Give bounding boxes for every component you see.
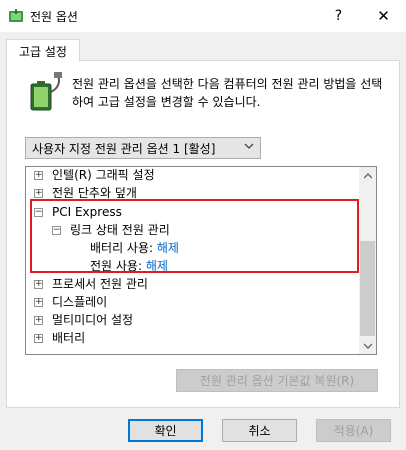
tree-item-label: 인텔(R) 그래픽 설정 xyxy=(52,168,155,182)
ok-label: 확인 xyxy=(154,424,177,438)
expand-icon[interactable]: + xyxy=(34,171,43,180)
tree-item-label: 디스플레이 xyxy=(52,295,108,309)
apply-button[interactable]: 적용(A) xyxy=(316,419,391,442)
cancel-button[interactable]: 취소 xyxy=(222,419,297,442)
tree-item-label: 멀티미디어 설정 xyxy=(52,313,134,327)
expand-icon[interactable]: + xyxy=(34,280,43,289)
apply-label: 적용(A) xyxy=(333,424,374,438)
plan-select-value: 사용자 지정 전원 관리 옵션 1 [활성] xyxy=(32,141,216,156)
restore-defaults-label: 전원 관리 옵션 기본값 복원(R) xyxy=(199,374,355,388)
description-text: 전원 관리 옵션을 선택한 다음 컴퓨터의 전원 관리 방법을 선택하여 고급 … xyxy=(72,77,383,109)
expand-icon[interactable]: + xyxy=(34,298,43,307)
tree-scrollbar[interactable] xyxy=(359,167,376,354)
close-icon: ✕ xyxy=(377,7,390,25)
restore-defaults-button[interactable]: 전원 관리 옵션 기본값 복원(R) xyxy=(176,369,378,392)
title-bar: 전원 옵션 ? ✕ xyxy=(0,0,406,32)
annotation-highlight-box xyxy=(30,199,359,273)
tree-item-label: 배터리 xyxy=(52,331,86,345)
help-icon: ? xyxy=(334,8,343,24)
chevron-down-icon xyxy=(244,141,254,154)
tab-advanced-settings[interactable]: 고급 설정 xyxy=(6,39,80,62)
battery-plug-icon xyxy=(30,72,62,111)
help-button[interactable]: ? xyxy=(316,0,361,32)
tree-item-label: 프로세서 전원 관리 xyxy=(52,277,148,291)
power-plan-select[interactable]: 사용자 지정 전원 관리 옵션 1 [활성] xyxy=(25,137,261,159)
expand-icon[interactable]: + xyxy=(34,189,43,198)
scroll-up-icon[interactable] xyxy=(359,167,376,184)
expand-icon[interactable]: + xyxy=(34,316,43,325)
cancel-label: 취소 xyxy=(248,424,271,438)
power-options-icon xyxy=(9,9,23,22)
expand-icon[interactable]: + xyxy=(34,334,43,343)
scrollbar-thumb[interactable] xyxy=(360,241,375,336)
tab-label: 고급 설정 xyxy=(19,44,67,59)
scroll-down-icon[interactable] xyxy=(359,337,376,354)
window-title: 전원 옵션 xyxy=(30,10,78,24)
ok-button[interactable]: 확인 xyxy=(128,419,203,442)
close-button[interactable]: ✕ xyxy=(361,0,406,32)
